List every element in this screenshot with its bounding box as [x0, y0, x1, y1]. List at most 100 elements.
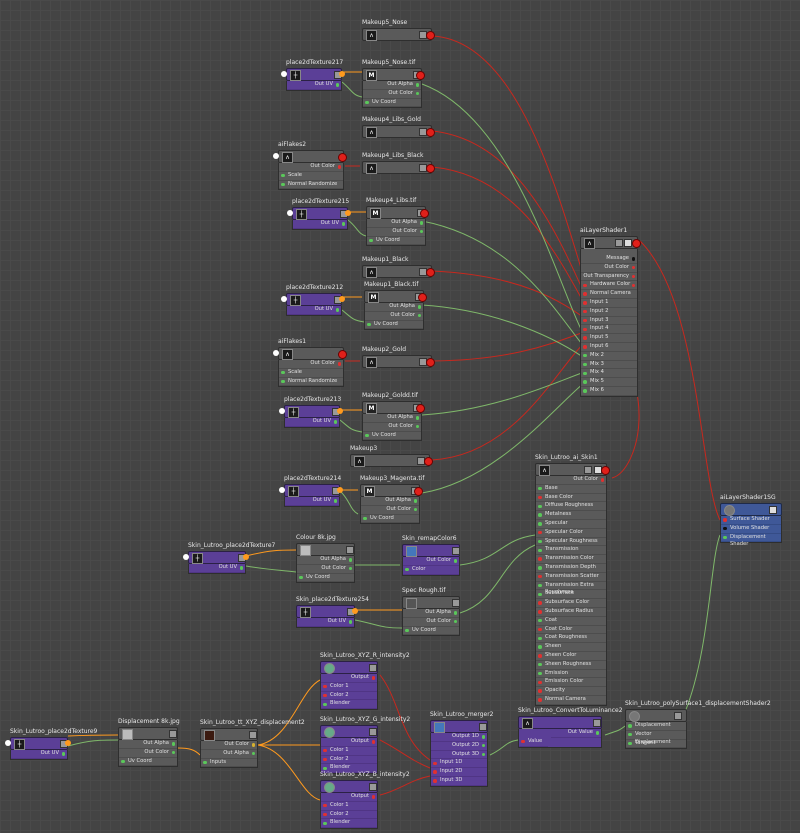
makeup4-libs-black-node[interactable]: Makeup4_Libs_Black ʌ [362, 152, 435, 174]
output-port[interactable] [426, 268, 435, 277]
output-port[interactable] [426, 128, 435, 137]
output-port[interactable] [424, 457, 433, 466]
subsurface-color-label: Subsurface Color [545, 599, 590, 606]
node-title: Colour 8k.jpg [296, 534, 336, 541]
node-title: Skin_Lutroo_place2dTexture9 [10, 728, 98, 735]
input-port[interactable] [281, 296, 287, 302]
spec-rough-node[interactable]: Spec Rough.tif Out Alpha Out Color Uv Co… [402, 587, 460, 637]
place2d-icon: ┼ [290, 295, 301, 306]
aiflakes2-node[interactable]: aiFlakes2 ʌ Out Color Scale Normal Rando… [273, 141, 347, 191]
output-port[interactable] [352, 608, 358, 614]
makeup4-libs-gold-node[interactable]: Makeup4_Libs_Gold ʌ [362, 116, 435, 138]
output-port[interactable] [426, 31, 435, 40]
makeup5-nose-node[interactable]: Makeup5_Nose ʌ [362, 19, 435, 41]
output-port[interactable] [339, 296, 345, 302]
makeup2-goldd-tif-node[interactable]: Makeup2_Goldd.tif M Out Alpha Out Color … [362, 392, 425, 442]
place2dtexture213-node[interactable]: place2dTexture213 ┼ Out UV [279, 396, 343, 428]
makeup2-gold-node[interactable]: Makeup2_Gold ʌ [362, 346, 435, 368]
out-color-label: Out Color [310, 163, 335, 169]
out-color-label: Out Color [573, 476, 598, 482]
input-port[interactable] [273, 350, 279, 356]
output-port[interactable] [416, 71, 425, 80]
output-port[interactable] [339, 71, 345, 77]
skin-remapcolor6-node[interactable]: Skin_remapColor6 Out Color Color [402, 535, 460, 576]
input-port[interactable] [287, 210, 293, 216]
place2dtexture215-node[interactable]: place2dTexture215 ┼ Out UV [287, 198, 351, 230]
convert-to-luminance2-node[interactable]: Skin_Lutroo_ConvertToLuminance2 ʌ Out Va… [518, 707, 623, 748]
node-title: Displacement 8k.jpg [118, 718, 180, 725]
ailayershader1-node[interactable]: aiLayerShader1 ʌ Message Out Color Out T… [580, 227, 641, 397]
makeup4-libs-tif-node[interactable]: Makeup4_Libs.tif M Out Alpha Out Color U… [366, 197, 429, 247]
input-port[interactable] [281, 71, 287, 77]
out-color-label: Out Color [144, 748, 169, 755]
emission-color-label: Emission Color [545, 678, 584, 685]
uv-coord-label: Uv Coord [372, 98, 396, 105]
diffuse-roughness-label: Diffuse Roughness [545, 502, 594, 509]
output-port[interactable] [420, 209, 429, 218]
makeup5-nose-tif-node[interactable]: Makeup5_Nose.tif M Out Alpha Out Color U… [362, 59, 425, 109]
makeup3-magenta-tif-node[interactable]: Makeup3_Magenta.tif M Out Alpha Out Colo… [360, 475, 424, 525]
out-alpha-label: Out Alpha [385, 497, 411, 503]
input-port[interactable] [279, 487, 285, 493]
opacity-label: Opacity [545, 687, 565, 694]
color-1-label: Color 1 [330, 801, 349, 808]
skin-place2dtexture9-node[interactable]: Skin_Lutroo_place2dTexture9 ┼ Out UV [5, 728, 97, 760]
wire-red [431, 270, 591, 323]
output-port[interactable] [414, 487, 423, 496]
output-port[interactable] [632, 239, 641, 248]
subsurface-label: Subsurface [545, 590, 575, 597]
colour-8k-node[interactable]: Colour 8k.jpg Out Alpha Out Color Uv Coo… [296, 534, 355, 584]
output-port[interactable] [338, 153, 347, 162]
skin-ai-skin1-node[interactable]: Skin_Lutroo_ai_Skin1 ʌ Out Color Base Ba… [535, 454, 610, 706]
swatch-icon [169, 730, 177, 738]
skin-tt-xyz-displacement2-node[interactable]: Skin_Lutroo_tt_XYZ_displacement2 Out Col… [200, 719, 305, 769]
aiflakes1-node[interactable]: aiFlakes1 ʌ Out Color Scale Normal Rando… [273, 338, 347, 388]
ailayershader1sg-node[interactable]: aiLayerShader1SG Surface Shader Volume S… [720, 494, 782, 547]
node-title: Makeup5_Nose [362, 19, 408, 26]
output-port[interactable] [338, 350, 347, 359]
xyz-g-intensity2-node[interactable]: Skin_Lutroo_XYZ_G_intensity2 Output Colo… [320, 716, 410, 775]
xyz-b-intensity2-node[interactable]: Skin_Lutroo_XYZ_B_intensity2 Output Colo… [320, 771, 410, 830]
xyz-r-intensity2-node[interactable]: Skin_Lutroo_XYZ_R_intensity2 Output Colo… [320, 652, 410, 711]
node-title: Makeup1_Black.tif [364, 281, 419, 288]
makeup1-black-node[interactable]: Makeup1_Black ʌ [362, 256, 435, 278]
place2dtexture212-node[interactable]: place2dTexture212 ┼ Out UV [281, 284, 345, 316]
node-title: Skin_remapColor6 [402, 535, 457, 542]
node-title: Skin_Lutroo_XYZ_G_intensity2 [320, 716, 411, 723]
output-port[interactable] [337, 487, 343, 493]
swatch-icon [769, 506, 777, 514]
place2dtexture214-node[interactable]: place2dTexture214 ┼ Out UV [279, 475, 343, 507]
blend-icon [324, 782, 335, 793]
output-port[interactable] [337, 408, 343, 414]
scale-label: Scale [288, 368, 302, 375]
input-port[interactable] [279, 408, 285, 414]
node-title: Skin_Lutroo_tt_XYZ_displacement2 [200, 719, 305, 726]
output-3d-label: Output 3D [452, 750, 479, 757]
output-port[interactable] [345, 210, 351, 216]
displacement-shader2-node[interactable]: Skin_Lutroo_polySurface1_displacementSha… [625, 700, 771, 750]
merger2-node[interactable]: Skin_Lutroo_merger2 Output 1D Output 2D … [430, 711, 494, 787]
node-title: Skin_Lutroo_XYZ_B_intensity2 [320, 771, 410, 778]
input-port[interactable] [5, 740, 11, 746]
shader-icon: ʌ [366, 267, 377, 278]
output-port[interactable] [426, 164, 435, 173]
skin-place2dtexture254-node[interactable]: Skin_place2dTexture254 ┼ Out UV [296, 596, 369, 628]
place2dtexture217-node[interactable]: place2dTexture217 ┼ Out UV [281, 59, 345, 91]
input-port[interactable] [273, 153, 279, 159]
wire-green [341, 81, 363, 98]
input-1d-label: Input 1D [440, 759, 463, 766]
wire-orange [257, 679, 321, 746]
output-port[interactable] [416, 404, 425, 413]
output-port[interactable] [65, 740, 71, 746]
output-port[interactable] [601, 466, 610, 475]
makeup1-black-tif-node[interactable]: Makeup1_Black.tif M Out Alpha Out Color … [364, 281, 427, 331]
output-port[interactable] [426, 358, 435, 367]
node-title: Skin_Lutroo_ConvertToLuminance2 [518, 707, 623, 714]
displacement-8k-node[interactable]: Displacement 8k.jpg Out Alpha Out Color … [118, 718, 180, 768]
input-port[interactable] [183, 554, 189, 560]
skin-place2dtexture7-node[interactable]: Skin_Lutroo_place2dTexture7 ┼ Out UV [183, 542, 275, 574]
makeup3-node[interactable]: Makeup3 ʌ [350, 445, 433, 467]
sheen-color-label: Sheen Color [545, 651, 577, 658]
output-port[interactable] [418, 293, 427, 302]
output-port[interactable] [243, 554, 249, 560]
